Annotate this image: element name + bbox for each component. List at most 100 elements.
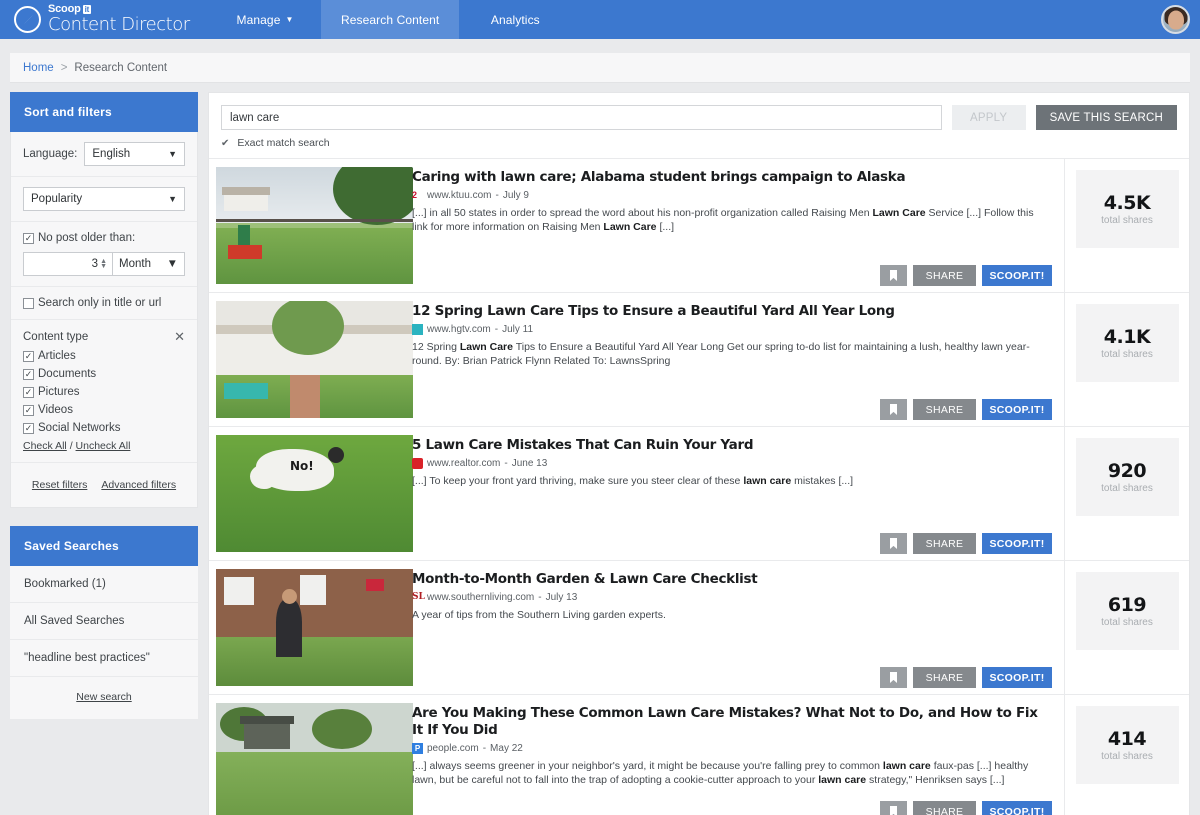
shares-count: 920 (1107, 460, 1147, 482)
content-type-pictures[interactable]: Pictures (23, 386, 185, 398)
saved-search-headline-best-practices[interactable]: "headline best practices" (10, 640, 198, 677)
breadcrumb-current: Research Content (74, 61, 168, 74)
result-date: July 9 (502, 189, 529, 201)
result-thumbnail[interactable] (209, 695, 413, 815)
nav-item-manage[interactable]: Manage ▼ (209, 0, 321, 39)
result-thumbnail[interactable] (209, 293, 413, 426)
nav-item-analytics-label: Analytics (490, 12, 540, 27)
content-type-documents[interactable]: Documents (23, 368, 185, 380)
bookmark-button[interactable] (880, 265, 907, 286)
chevron-down-icon: ▼ (168, 194, 177, 204)
thumbnail-image (216, 301, 413, 418)
check-all-row: Check All / Uncheck All (23, 440, 185, 452)
content-type-articles[interactable]: Articles (23, 350, 185, 362)
language-select[interactable]: English ▼ (84, 142, 185, 166)
result-source-row: www.realtor.com - June 13 (412, 457, 1052, 469)
sort-filter-row: Popularity ▼ (11, 177, 197, 222)
reset-filters-link[interactable]: Reset filters (32, 479, 87, 491)
result-row: Month-to-Month Garden & Lawn Care Checkl… (209, 560, 1189, 694)
result-thumbnail[interactable] (209, 561, 413, 694)
search-title-url-label: Search only in title or url (38, 297, 162, 309)
bookmark-button[interactable] (880, 801, 907, 815)
result-date: May 22 (490, 742, 523, 754)
app-logo[interactable]: Scoop it Content Director (0, 0, 209, 39)
share-button[interactable]: SHARE (913, 399, 976, 420)
result-thumbnail[interactable] (209, 159, 413, 292)
shares-count: 619 (1107, 594, 1147, 616)
shares-badge: 4.1K total shares (1075, 304, 1179, 382)
nav-item-analytics[interactable]: Analytics (459, 0, 571, 39)
sort-and-filters-header: Sort and filters (10, 92, 198, 132)
thumbnail-image: No! (216, 435, 413, 552)
bookmark-button[interactable] (880, 399, 907, 420)
saved-search-all[interactable]: All Saved Searches (10, 603, 198, 640)
bookmark-button[interactable] (880, 667, 907, 688)
result-shares: 920 total shares (1064, 427, 1189, 560)
scoop-it-button[interactable]: SCOOP.IT! (982, 399, 1052, 420)
scoop-it-button[interactable]: SCOOP.IT! (982, 533, 1052, 554)
avatar-face (1167, 10, 1184, 30)
result-source: www.southernliving.com (427, 591, 535, 603)
content-type-social-networks[interactable]: Social Networks (23, 422, 185, 434)
scoop-it-button[interactable]: SCOOP.IT! (982, 667, 1052, 688)
search-input[interactable] (221, 105, 942, 130)
result-thumbnail[interactable]: No! (209, 427, 413, 560)
share-button[interactable]: SHARE (913, 533, 976, 554)
bookmark-icon (890, 672, 897, 683)
exact-match-row[interactable]: ✔ Exact match search (209, 130, 1189, 158)
result-snippet: [...] always seems greener in your neigh… (412, 759, 1029, 786)
post-age-unit-select[interactable]: Month ▼ (113, 252, 185, 276)
no-post-older-checkbox[interactable] (23, 232, 34, 244)
sort-select[interactable]: Popularity ▼ (23, 187, 185, 211)
ktuu-favicon: 2 (412, 189, 418, 200)
quantity-stepper[interactable]: ▲ ▼ (100, 258, 107, 270)
content-type-filter-row: Content type ✕ Articles Documents Pictur… (11, 320, 197, 463)
social-networks-checkbox[interactable] (23, 422, 34, 434)
videos-checkbox[interactable] (23, 404, 34, 416)
scoop-it-button[interactable]: SCOOP.IT! (982, 265, 1052, 286)
scoop-it-button[interactable]: SCOOP.IT! (982, 801, 1052, 815)
bookmark-button[interactable] (880, 533, 907, 554)
result-title[interactable]: Month-to-Month Garden & Lawn Care Checkl… (412, 571, 1052, 588)
result-title[interactable]: 5 Lawn Care Mistakes That Can Ruin Your … (412, 437, 1052, 454)
check-all-link[interactable]: Check All (23, 440, 67, 452)
post-age-unit-value: Month (119, 258, 151, 270)
close-icon[interactable]: ✕ (174, 330, 185, 343)
thumbnail-image (216, 569, 413, 686)
result-title[interactable]: Caring with lawn care; Alabama student b… (412, 169, 1052, 186)
result-actions: SHARE SCOOP.IT! (880, 667, 1052, 688)
post-age-input[interactable]: 3 ▲ ▼ (23, 252, 113, 276)
uncheck-all-link[interactable]: Uncheck All (76, 440, 131, 452)
result-content: Caring with lawn care; Alabama student b… (406, 159, 1064, 292)
share-button[interactable]: SHARE (913, 667, 976, 688)
breadcrumb: Home > Research Content (10, 53, 1190, 83)
new-search-link[interactable]: New search (76, 691, 131, 703)
result-title[interactable]: Are You Making These Common Lawn Care Mi… (412, 705, 1052, 739)
thumbnail-image (216, 703, 413, 815)
content-type-videos[interactable]: Videos (23, 404, 185, 416)
share-button[interactable]: SHARE (913, 265, 976, 286)
bookmark-icon (890, 404, 897, 415)
bookmark-icon (890, 806, 897, 815)
apply-button[interactable]: APPLY (951, 105, 1026, 130)
shares-caption: total shares (1101, 751, 1153, 762)
documents-checkbox[interactable] (23, 368, 34, 380)
result-row: Are You Making These Common Lawn Care Mi… (209, 694, 1189, 815)
results-panel: APPLY SAVE THIS SEARCH ✔ Exact match sea… (208, 92, 1190, 815)
shares-caption: total shares (1101, 349, 1153, 360)
shares-count: 4.1K (1103, 326, 1151, 348)
breadcrumb-home-link[interactable]: Home (23, 62, 54, 74)
save-this-search-button[interactable]: SAVE THIS SEARCH (1035, 105, 1177, 130)
search-title-url-checkbox[interactable] (23, 297, 34, 309)
title-url-filter-row: Search only in title or url (11, 287, 197, 320)
saved-search-bookmarked[interactable]: Bookmarked (1) (10, 566, 198, 603)
result-title[interactable]: 12 Spring Lawn Care Tips to Ensure a Bea… (412, 303, 1052, 320)
nav-item-research-content[interactable]: Research Content (321, 0, 460, 39)
content-type-label: Content type (23, 330, 89, 343)
articles-checkbox[interactable] (23, 350, 34, 362)
avatar[interactable] (1161, 5, 1190, 34)
advanced-filters-link[interactable]: Advanced filters (101, 479, 176, 491)
share-button[interactable]: SHARE (913, 801, 976, 815)
people-favicon: P (412, 742, 423, 754)
pictures-checkbox[interactable] (23, 386, 34, 398)
